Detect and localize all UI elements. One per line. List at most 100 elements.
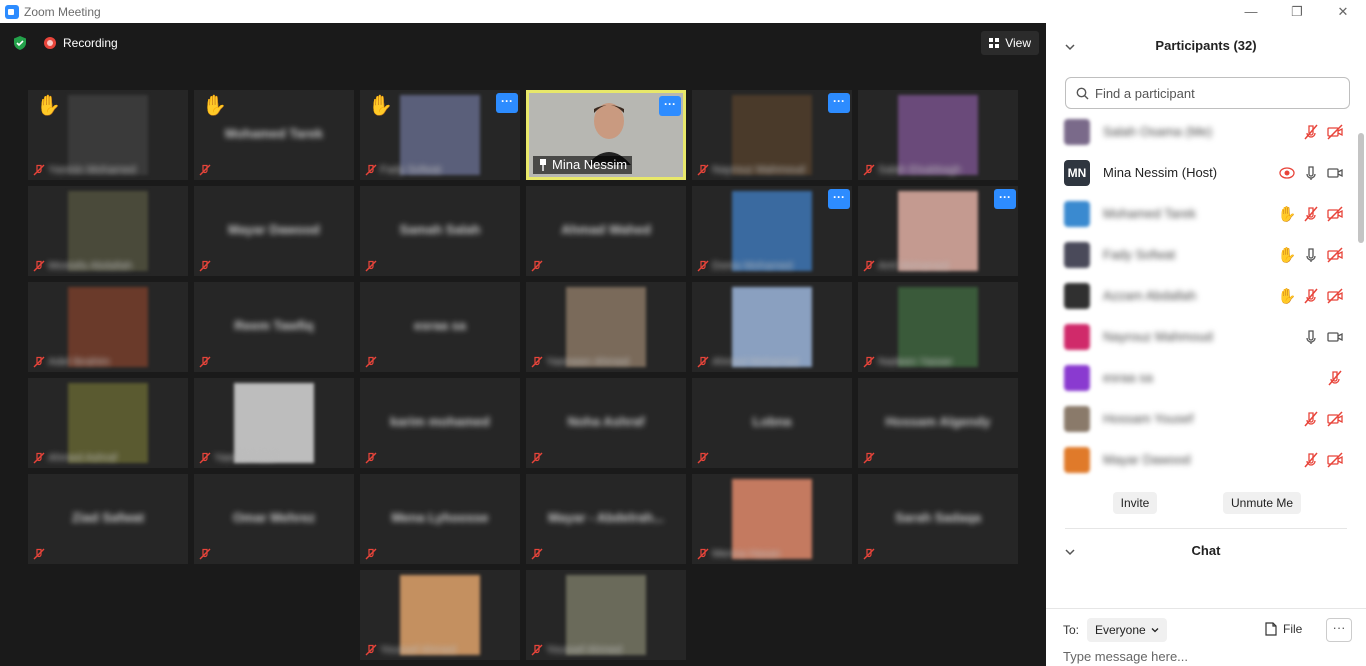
participant-name: Mayar Dawood bbox=[228, 222, 320, 237]
video-tile[interactable]: Fady Sofwat ✋ ··· bbox=[360, 90, 520, 180]
muted-mic-icon bbox=[697, 259, 709, 272]
participant-status-icons: ✋ bbox=[1278, 205, 1344, 223]
participant-name: Fady Sofwat bbox=[1103, 247, 1176, 262]
muted-mic-icon bbox=[199, 259, 211, 272]
raised-hand-icon: ✋ bbox=[1277, 246, 1297, 264]
minimize-button[interactable]: — bbox=[1228, 0, 1274, 23]
video-tile[interactable]: Yasmin Mohamed ✋ bbox=[28, 90, 188, 180]
video-tile[interactable]: Mayar Dawood bbox=[194, 186, 354, 276]
video-tile[interactable]: Mina Nessim ··· bbox=[526, 90, 686, 180]
participant-row[interactable]: esraa sa bbox=[1046, 357, 1366, 398]
pin-icon bbox=[540, 158, 546, 171]
more-options-button[interactable]: ··· bbox=[1326, 618, 1352, 642]
participant-name: Mina Nessim (Host) bbox=[1103, 165, 1218, 180]
participant-name: Ahmad Wahed bbox=[561, 222, 651, 237]
video-tile[interactable]: Salah Elsabbagh bbox=[858, 90, 1018, 180]
video-tile[interactable]: Samah Salah bbox=[360, 186, 520, 276]
video-tile[interactable]: karim mohamed bbox=[360, 378, 520, 468]
video-off-icon bbox=[1326, 287, 1344, 305]
avatar: MN bbox=[1064, 159, 1090, 186]
video-tile[interactable]: Mayar - Abdelrah... bbox=[526, 474, 686, 564]
recording-indicator[interactable]: Recording bbox=[44, 36, 118, 50]
video-off-icon bbox=[1326, 451, 1344, 469]
participant-row[interactable]: Hossam Yousef bbox=[1046, 398, 1366, 439]
participant-video bbox=[898, 287, 978, 367]
video-tile[interactable]: Menna Hasan bbox=[692, 474, 852, 564]
participant-row[interactable]: Nayrouz Mahmoud bbox=[1046, 316, 1366, 357]
participant-name: esraa sa bbox=[1103, 370, 1153, 385]
participant-name: Fady Sofwat bbox=[380, 164, 442, 176]
muted-mic-icon bbox=[531, 259, 543, 272]
video-tile[interactable]: Noha Ashraf bbox=[526, 378, 686, 468]
grid-view-icon bbox=[989, 38, 1000, 48]
tile-more-button[interactable]: ··· bbox=[828, 189, 850, 209]
video-tile[interactable]: Yasmeen Ahmed bbox=[526, 282, 686, 372]
mic-muted-icon bbox=[1326, 369, 1344, 387]
close-button[interactable]: ✕ bbox=[1320, 0, 1366, 23]
participant-row[interactable]: Azzam Abdallah ✋ bbox=[1046, 275, 1366, 316]
participant-name: Noha Ashraf bbox=[567, 414, 645, 429]
video-tile[interactable]: Mostafa Abdallah bbox=[28, 186, 188, 276]
avatar bbox=[1064, 405, 1090, 432]
video-tile[interactable]: esraa sa bbox=[360, 282, 520, 372]
video-tile[interactable]: Omar Mehrez bbox=[194, 474, 354, 564]
participant-scrollbar[interactable] bbox=[1358, 133, 1364, 243]
muted-mic-icon bbox=[863, 451, 875, 464]
participant-row[interactable]: Mayar Dawood bbox=[1046, 439, 1366, 480]
recording-icon bbox=[1278, 164, 1296, 182]
video-tile[interactable]: Sarah Sadaqa bbox=[858, 474, 1018, 564]
video-tile[interactable]: Adel Ibrahim bbox=[28, 282, 188, 372]
participant-name: Omar Mehrez bbox=[232, 510, 316, 525]
video-tile[interactable]: Nayrouz Mahmoud ··· bbox=[692, 90, 852, 180]
restore-button[interactable]: ❐ bbox=[1274, 0, 1320, 23]
participant-row[interactable]: Fady Sofwat ✋ bbox=[1046, 234, 1366, 275]
tile-more-button[interactable]: ··· bbox=[994, 189, 1016, 209]
video-tile[interactable]: Yasmin Adel bbox=[194, 378, 354, 468]
video-tile[interactable]: Ziad Safwat bbox=[28, 474, 188, 564]
video-tile[interactable]: Lobna bbox=[692, 378, 852, 468]
video-off-icon bbox=[1326, 246, 1344, 264]
tile-more-button[interactable]: ··· bbox=[659, 96, 681, 116]
video-tile[interactable]: Nadeen Yasser bbox=[858, 282, 1018, 372]
video-tile[interactable]: Ahmed Ashraf bbox=[28, 378, 188, 468]
raised-hand-icon: ✋ bbox=[1277, 287, 1297, 305]
avatar bbox=[1064, 282, 1090, 309]
file-button[interactable]: File bbox=[1265, 622, 1302, 636]
participant-name: Mohamed Tarek bbox=[1103, 206, 1196, 221]
tile-more-button[interactable]: ··· bbox=[496, 93, 518, 113]
participant-row[interactable]: Salah Osama (Me) bbox=[1046, 111, 1366, 152]
participant-name: Azzam Abdallah bbox=[1103, 288, 1197, 303]
participant-search-box[interactable] bbox=[1065, 77, 1350, 109]
video-tile[interactable]: Ahmad Wahed bbox=[526, 186, 686, 276]
search-input[interactable] bbox=[1095, 85, 1335, 101]
recipient-select[interactable]: Everyone bbox=[1087, 618, 1167, 642]
video-tile[interactable]: Youssef Ahmed bbox=[360, 570, 520, 660]
video-tile[interactable]: Reem Tawfiq bbox=[194, 282, 354, 372]
video-tile[interactable]: Mena Lyhoosse bbox=[360, 474, 520, 564]
participant-video bbox=[732, 95, 812, 175]
participant-name: Hossam Algendy bbox=[885, 414, 991, 429]
participant-name: Mena Lyhoosse bbox=[391, 510, 489, 525]
video-tile[interactable]: Donia Mohamed ··· bbox=[692, 186, 852, 276]
participant-video bbox=[732, 287, 812, 367]
window-title: Zoom Meeting bbox=[24, 4, 101, 19]
video-tile[interactable]: Mohamed Tarek ✋ bbox=[194, 90, 354, 180]
video-tile[interactable]: Ahmed Mohamed bbox=[692, 282, 852, 372]
video-tile[interactable]: Youssef Ahmed bbox=[526, 570, 686, 660]
participant-row[interactable]: MN Mina Nessim (Host) bbox=[1046, 152, 1366, 193]
participant-row[interactable]: Mohamed Tarek ✋ bbox=[1046, 193, 1366, 234]
video-tile[interactable]: Hossam Algendy bbox=[858, 378, 1018, 468]
participant-video bbox=[68, 287, 148, 367]
tile-more-button[interactable]: ··· bbox=[828, 93, 850, 113]
security-shield-icon[interactable] bbox=[12, 35, 28, 51]
invite-button[interactable]: Invite bbox=[1113, 492, 1157, 514]
view-label: View bbox=[1005, 36, 1031, 50]
muted-mic-icon bbox=[199, 163, 211, 176]
view-button[interactable]: View bbox=[981, 31, 1039, 55]
video-tile[interactable]: Aml Mohamed ··· bbox=[858, 186, 1018, 276]
unmute-me-button[interactable]: Unmute Me bbox=[1223, 492, 1301, 514]
participant-name: Yasmin Mohamed bbox=[48, 164, 136, 176]
message-input[interactable] bbox=[1063, 649, 1353, 664]
muted-mic-icon bbox=[531, 355, 543, 368]
participant-name: Salah Elsabbagh bbox=[878, 164, 962, 176]
